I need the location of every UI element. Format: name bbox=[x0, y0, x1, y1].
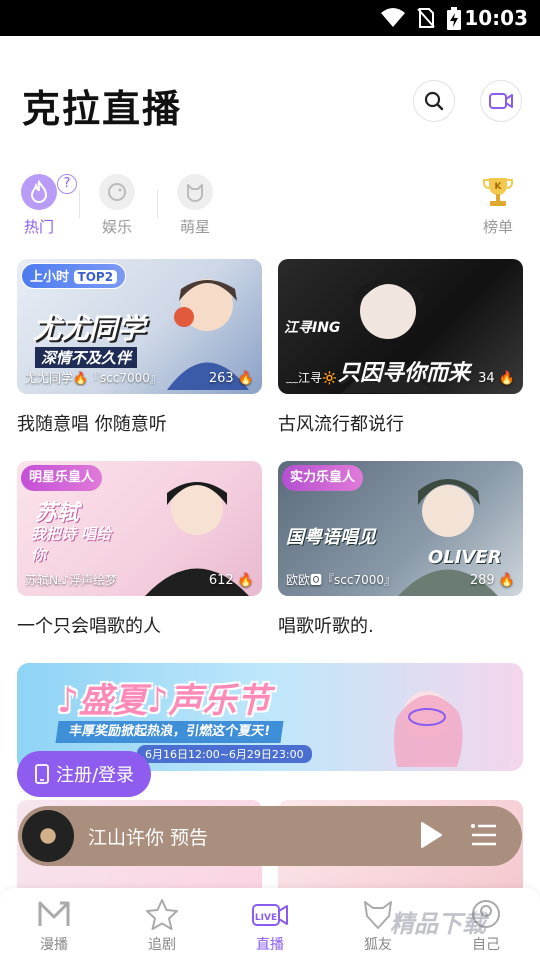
flame-small-icon: 🔥 bbox=[237, 371, 254, 386]
live-room-card[interactable]: 江寻ING 只因寻你而来 ﹏江寻🔆 34 🔥 古风流行都说行 bbox=[278, 259, 523, 436]
help-badge[interactable]: ? bbox=[57, 174, 77, 194]
divider bbox=[79, 190, 80, 218]
cover-subtitle: 深情不及久伴 bbox=[35, 347, 138, 368]
battery-charging-icon bbox=[447, 7, 461, 30]
room-cover: 明星乐皇人 苏轼 我把诗 唱给你 苏轼№♪浮声绘梦 612 🔥 bbox=[17, 461, 262, 596]
flame-small-icon: 🔥 bbox=[237, 573, 254, 588]
category-hot[interactable]: 热门 ? bbox=[9, 174, 77, 237]
live-room-card[interactable]: 明星乐皇人 苏轼 我把诗 唱给你 苏轼№♪浮声绘梦 612 🔥 一个只会唱歌的人 bbox=[17, 461, 262, 638]
login-label: 注册/登录 bbox=[55, 765, 135, 786]
title-tag: 明星乐皇人 bbox=[21, 465, 103, 491]
title-tag: 实力乐皇人 bbox=[282, 465, 364, 491]
room-title: 古风流行都说行 bbox=[278, 414, 404, 435]
playlist-icon[interactable] bbox=[470, 822, 498, 848]
banner-date: 6月16日12:00~6月29日23:00 bbox=[137, 745, 312, 763]
svg-text:LIVE: LIVE bbox=[255, 913, 277, 923]
room-cover: 上小时 TOP2 尤尤同学 深情不及久伴 尤尤同学🔥『scc7000』 263 … bbox=[17, 259, 262, 394]
streamer-name: ﹏江寻🔆 bbox=[286, 371, 337, 385]
watermark-logo: 精品下载 bbox=[390, 910, 486, 938]
tab-live[interactable]: LIVE 直播 bbox=[230, 898, 310, 954]
cover-subtitle: 江寻ING bbox=[284, 320, 341, 336]
category-label: 榜单 bbox=[482, 218, 513, 236]
rank-tag: 上小时 TOP2 bbox=[21, 263, 127, 289]
tab-label: 追剧 bbox=[148, 937, 176, 953]
video-camera-icon bbox=[489, 93, 513, 109]
album-disc-icon bbox=[22, 810, 74, 862]
viewer-count: 263 🔥 bbox=[208, 371, 254, 386]
category-ranking[interactable]: K 榜单 bbox=[468, 174, 528, 237]
tab-label: 漫播 bbox=[40, 937, 68, 953]
wifi-icon bbox=[381, 8, 405, 27]
category-label: 娱乐 bbox=[101, 218, 132, 236]
divider bbox=[157, 190, 158, 218]
live-tv-icon: LIVE bbox=[230, 898, 310, 930]
login-register-button[interactable]: 注册/登录 bbox=[17, 751, 151, 797]
streamer-name: 尤尤同学🔥『scc7000』 bbox=[25, 371, 162, 385]
player-title: 江山许你 预告 bbox=[88, 827, 209, 849]
cover-title: 只因寻你而来 bbox=[338, 361, 471, 386]
star-icon bbox=[122, 898, 202, 930]
svg-text:K: K bbox=[495, 182, 503, 192]
smile-icon bbox=[99, 174, 135, 210]
status-bar: 10:03 bbox=[0, 0, 540, 36]
tab-drama[interactable]: 追剧 bbox=[122, 898, 202, 954]
live-room-card[interactable]: 上小时 TOP2 尤尤同学 深情不及久伴 尤尤同学🔥『scc7000』 263 … bbox=[17, 259, 262, 436]
category-cute-star[interactable]: 萌星 bbox=[165, 174, 225, 237]
no-sim-icon bbox=[417, 8, 435, 28]
page-title: 克拉直播 bbox=[22, 87, 183, 131]
category-tabs: 热门 ? 娱乐 萌星 K 榜单 bbox=[0, 166, 540, 246]
header: 克拉直播 bbox=[0, 36, 540, 166]
category-label: 萌星 bbox=[179, 218, 210, 236]
play-icon[interactable] bbox=[418, 820, 444, 850]
cover-title: 国粤语唱见 bbox=[286, 527, 376, 548]
cover-title: 尤尤同学 bbox=[33, 312, 146, 345]
streamer-name: 苏轼№♪浮声绘梦 bbox=[25, 573, 118, 587]
viewer-count: 289 🔥 bbox=[469, 573, 515, 588]
trophy-icon: K bbox=[480, 174, 516, 210]
cover-subtitle: OLIVER bbox=[428, 547, 502, 568]
manbo-m-icon bbox=[14, 898, 94, 930]
rank-badge: TOP2 bbox=[73, 270, 118, 284]
search-icon bbox=[424, 91, 444, 111]
cat-face-icon bbox=[177, 174, 213, 210]
flame-icon bbox=[21, 174, 57, 210]
banner-title: ♪盛夏♪声乐节 bbox=[57, 681, 271, 721]
flame-small-icon: 🔥 bbox=[498, 371, 515, 386]
viewer-count: 612 🔥 bbox=[208, 573, 254, 588]
bottom-tab-bar: 漫播 追剧 LIVE 直播 狐友 自己 精品下载 bbox=[0, 888, 540, 960]
live-camera-button[interactable] bbox=[480, 80, 522, 122]
search-button[interactable] bbox=[413, 80, 455, 122]
category-label: 热门 bbox=[23, 218, 54, 236]
clock: 10:03 bbox=[464, 6, 528, 30]
room-title: 一个只会唱歌的人 bbox=[17, 616, 161, 637]
streamer-name: 欧欧🅾『scc7000』 bbox=[286, 573, 396, 587]
room-cover: 江寻ING 只因寻你而来 ﹏江寻🔆 34 🔥 bbox=[278, 259, 523, 394]
tab-manbo[interactable]: 漫播 bbox=[14, 898, 94, 954]
live-room-card[interactable]: 实力乐皇人 国粤语唱见 OLIVER 欧欧🅾『scc7000』 289 🔥 唱歌… bbox=[278, 461, 523, 638]
room-title: 唱歌听歌的. bbox=[278, 616, 374, 637]
flame-small-icon: 🔥 bbox=[498, 573, 515, 588]
banner-subtitle: 丰厚奖励掀起热浪，引燃这个夏天! bbox=[55, 721, 284, 743]
cover-subtitle: 我把诗 唱给你 bbox=[31, 525, 112, 564]
mini-player[interactable]: 江山许你 预告 bbox=[18, 806, 522, 866]
category-entertainment[interactable]: 娱乐 bbox=[87, 174, 147, 237]
room-cover: 实力乐皇人 国粤语唱见 OLIVER 欧欧🅾『scc7000』 289 🔥 bbox=[278, 461, 523, 596]
room-title: 我随意唱 你随意听 bbox=[17, 414, 167, 435]
viewer-count: 34 🔥 bbox=[478, 371, 515, 386]
tab-label: 直播 bbox=[256, 937, 284, 953]
banner-character-illustration bbox=[394, 691, 463, 767]
phone-icon bbox=[35, 764, 49, 784]
